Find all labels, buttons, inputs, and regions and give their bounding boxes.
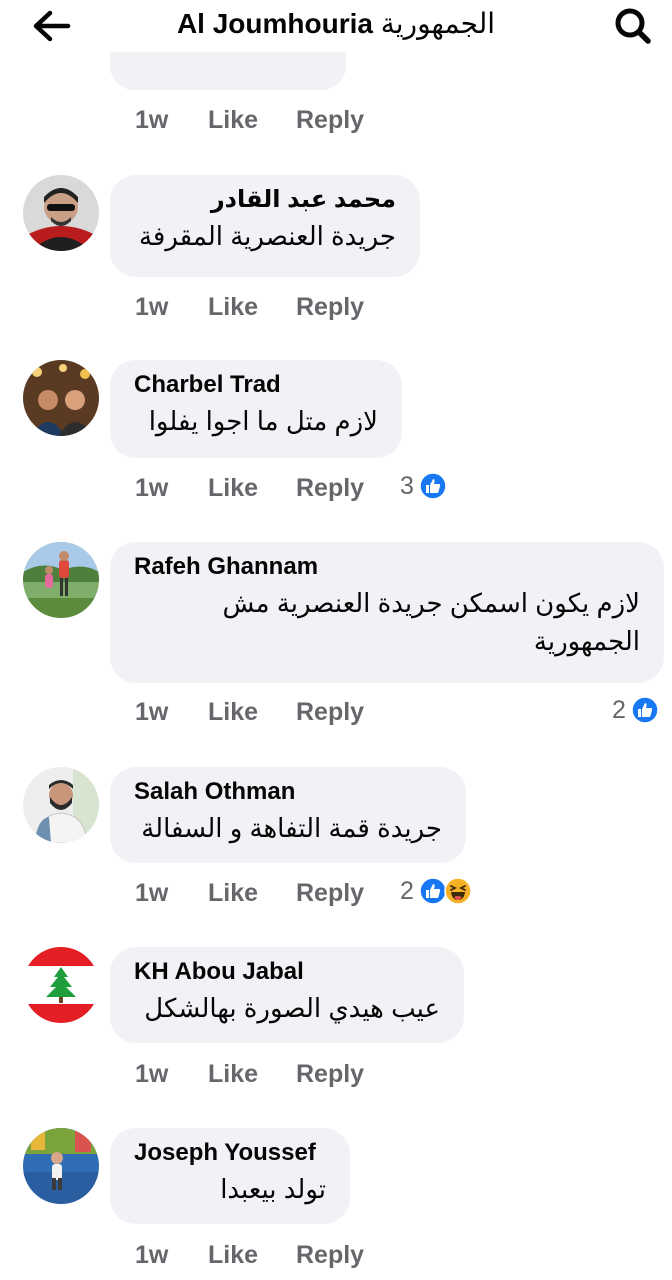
avatar[interactable] — [23, 1128, 99, 1204]
comment-text: تولد بيعبدا — [220, 1174, 326, 1204]
comment-time: 1w — [135, 1241, 169, 1269]
comment-time: 1w — [135, 106, 169, 134]
comment-author[interactable]: Rafeh Ghannam — [134, 552, 640, 582]
reply-button[interactable]: Reply — [296, 696, 364, 728]
comment-author[interactable]: KH Abou Jabal — [134, 957, 440, 987]
reaction-count: 2 — [612, 696, 626, 724]
reply-button[interactable]: Reply — [296, 1058, 364, 1090]
comment-text: جريدة العنصرية المقرفة — [138, 221, 396, 251]
comment-bubble: Charbel Trad لازم متل ما اجوا يفلوا — [110, 360, 402, 458]
avatar[interactable] — [23, 175, 99, 251]
like-button[interactable]: Like — [208, 1239, 258, 1271]
comment-bubble: Salah Othman جريدة قمة التفاهة و السفالة — [110, 767, 466, 863]
avatar[interactable] — [23, 542, 99, 618]
like-reaction-icon — [419, 472, 447, 500]
reply-button[interactable]: Reply — [296, 104, 364, 136]
comment-text: جريدة قمة التفاهة و السفالة — [141, 813, 442, 843]
comment-author[interactable]: Joseph Youssef — [134, 1138, 326, 1168]
comment-text: لازم متل ما اجوا يفلوا — [148, 406, 378, 436]
page-title-en: Al Joumhouria — [176, 8, 373, 39]
comment-time: 1w — [135, 1060, 169, 1088]
reply-button[interactable]: Reply — [296, 291, 364, 323]
comment-time: 1w — [135, 879, 169, 907]
page-title-ar: الجمهورية — [380, 8, 496, 39]
avatar[interactable] — [23, 360, 99, 436]
comment-time: 1w — [135, 474, 169, 502]
like-button[interactable]: Like — [208, 696, 258, 728]
top-bar: Al Joumhouria الجمهورية — [0, 0, 672, 52]
haha-reaction-icon — [444, 877, 472, 905]
reply-button[interactable]: Reply — [296, 1239, 364, 1271]
reaction-count: 3 — [400, 472, 414, 500]
like-reaction-icon — [419, 877, 447, 905]
comment-bubble: KH Abou Jabal عيب هيدي الصورة بهالشكل — [110, 947, 464, 1043]
reaction-summary[interactable]: 3 — [400, 470, 447, 502]
reaction-count: 2 — [400, 877, 414, 905]
comment-author[interactable]: محمد عبد القادر — [134, 185, 396, 215]
search-button[interactable] — [610, 4, 658, 48]
comment-time: 1w — [135, 698, 169, 726]
reply-button[interactable]: Reply — [296, 877, 364, 909]
comment-text-line-2: الجمهورية — [533, 626, 640, 656]
avatar[interactable] — [23, 767, 99, 843]
like-button[interactable]: Like — [208, 291, 258, 323]
comment-author[interactable]: Salah Othman — [134, 777, 442, 807]
comment-bubble: Joseph Youssef تولد بيعبدا — [110, 1128, 350, 1224]
reply-button[interactable]: Reply — [296, 472, 364, 504]
comment-bubble: محمد عبد القادر جريدة العنصرية المقرفة — [110, 175, 420, 277]
like-button[interactable]: Like — [208, 1058, 258, 1090]
page-title: Al Joumhouria الجمهورية — [0, 6, 672, 42]
comment-text: عيب هيدي الصورة بهالشكل — [144, 993, 440, 1023]
search-icon — [615, 8, 651, 44]
comment-bubble: Rafeh Ghannam لازم يكون اسمكن جريدة العن… — [110, 542, 664, 683]
reaction-summary[interactable]: 2 — [612, 694, 659, 726]
reaction-summary[interactable]: 2 — [400, 875, 472, 907]
like-reaction-icon — [631, 696, 659, 724]
comment-time: 1w — [135, 293, 169, 321]
like-button[interactable]: Like — [208, 877, 258, 909]
avatar[interactable] — [23, 947, 99, 1023]
comment-author[interactable]: Charbel Trad — [134, 370, 378, 400]
comment-text-line-1: لازم يكون اسمكن جريدة العنصرية مش — [222, 588, 640, 618]
like-button[interactable]: Like — [208, 104, 258, 136]
like-button[interactable]: Like — [208, 472, 258, 504]
